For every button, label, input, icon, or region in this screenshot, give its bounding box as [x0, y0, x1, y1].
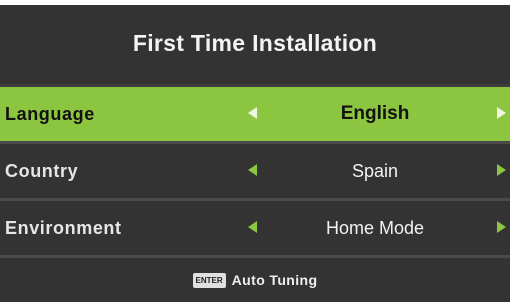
triangle-left-icon[interactable] — [248, 164, 257, 176]
menu-title: First Time Installation — [132, 29, 378, 56]
title-bar: First Time Installation — [0, 5, 510, 87]
footer-hint: ENTER Auto Tuning — [0, 258, 510, 302]
enter-key-icon: ENTER — [192, 272, 226, 288]
triangle-left-icon[interactable] — [248, 221, 257, 233]
installation-menu: First Time Installation Language English… — [0, 5, 510, 302]
row-label-environment: Environment — [5, 218, 122, 238]
row-value-country: Spain — [351, 161, 399, 181]
row-value-language: English — [340, 103, 410, 124]
menu-row-environment[interactable]: Environment Home Mode — [0, 201, 510, 255]
row-value-environment: Home Mode — [325, 218, 425, 238]
menu-row-language[interactable]: Language English — [0, 87, 510, 141]
triangle-right-icon[interactable] — [497, 164, 506, 176]
row-label-country: Country — [5, 161, 79, 181]
triangle-right-icon[interactable] — [497, 107, 506, 119]
menu-row-country[interactable]: Country Spain — [0, 144, 510, 198]
triangle-left-icon[interactable] — [248, 107, 257, 119]
triangle-right-icon[interactable] — [497, 221, 506, 233]
row-label-language: Language — [5, 104, 95, 124]
auto-tuning-hint[interactable]: Auto Tuning — [232, 272, 318, 288]
